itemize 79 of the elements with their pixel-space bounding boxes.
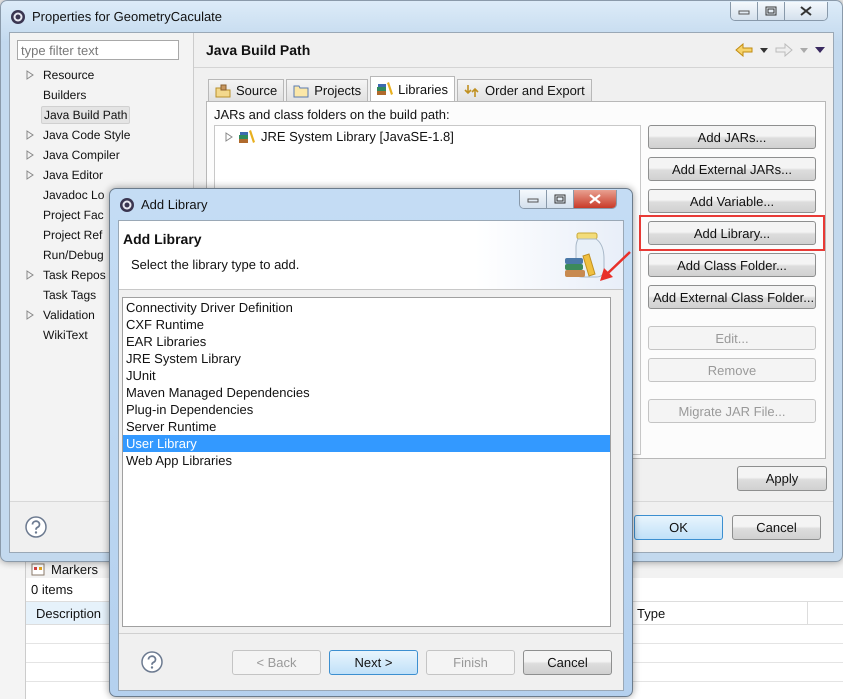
nav-item[interactable]: Javadoc Lo: [41, 187, 106, 203]
expand-icon[interactable]: [26, 310, 34, 320]
maximize-icon: [554, 194, 566, 204]
tab[interactable]: Source: [208, 79, 284, 101]
side-button[interactable]: Add External JARs...: [648, 157, 816, 181]
expand-icon[interactable]: [26, 170, 34, 180]
minimize-button[interactable]: [520, 190, 546, 208]
minimize-button[interactable]: [731, 2, 757, 20]
page-title: Java Build Path: [206, 42, 310, 58]
dialog-button[interactable]: OK: [634, 514, 723, 540]
library-type-item[interactable]: EAR Libraries: [123, 333, 610, 350]
close-button[interactable]: [573, 190, 616, 208]
tree-item[interactable]: JRE System Library [JavaSE-1.8]: [261, 129, 454, 144]
side-button[interactable]: Add Class Folder...: [648, 253, 816, 277]
nav-item[interactable]: Java Code Style: [41, 127, 132, 143]
side-button[interactable]: Add Library...: [648, 221, 816, 245]
side-button[interactable]: Add External Class Folder...: [648, 285, 816, 309]
side-button[interactable]: Add Variable...: [648, 189, 816, 213]
expand-icon[interactable]: [26, 270, 34, 280]
nav-item[interactable]: Resource: [41, 67, 96, 83]
annotation-arrow: [600, 251, 631, 281]
dialog-button[interactable]: Cancel: [732, 514, 821, 540]
library-type-item[interactable]: Plug-in Dependencies: [123, 401, 610, 418]
tab[interactable]: Order and Export: [457, 79, 592, 101]
library-type-item[interactable]: JRE System Library: [123, 350, 610, 367]
order-arrows-icon: [464, 84, 480, 98]
dialog-description: Select the library type to add.: [130, 257, 300, 272]
close-icon: [589, 194, 601, 204]
markers-icon: [31, 562, 45, 576]
nav-item[interactable]: Task Repos: [41, 267, 108, 283]
app-icon: [119, 196, 135, 212]
library-type-item[interactable]: JUnit: [123, 367, 610, 384]
nav-item[interactable]: Java Editor: [41, 167, 106, 183]
library-type-item[interactable]: Maven Managed Dependencies: [123, 384, 610, 401]
folder-icon: [293, 84, 310, 98]
filter-field[interactable]: type filter text: [17, 40, 179, 60]
nav-item[interactable]: Builders: [41, 87, 88, 103]
nav-item[interactable]: Validation: [41, 307, 97, 323]
library-type-item[interactable]: CXF Runtime: [123, 316, 610, 333]
tab[interactable]: Projects: [286, 79, 368, 101]
build-path-label: JARs and class folders on the build path:: [214, 107, 451, 124]
expand-icon[interactable]: [26, 150, 34, 160]
package-folder-icon: [215, 84, 231, 98]
nav-item[interactable]: Task Tags: [41, 287, 98, 303]
library-type-item[interactable]: Connectivity Driver Definition: [123, 299, 610, 316]
dropdown-caret-icon[interactable]: [760, 48, 768, 52]
app-icon: [10, 8, 26, 24]
maximize-button[interactable]: [546, 190, 573, 208]
expand-icon[interactable]: [26, 130, 34, 140]
nav-item[interactable]: WikiText: [41, 327, 90, 343]
wizard-button[interactable]: Cancel: [523, 650, 612, 674]
nav-item[interactable]: Run/Debug: [41, 247, 106, 263]
nav-item[interactable]: Java Build Path: [41, 106, 130, 124]
nav-item[interactable]: Project Ref: [41, 227, 104, 243]
markers-tab[interactable]: Markers: [51, 562, 98, 576]
apply-button[interactable]: Apply: [737, 466, 827, 491]
nav-item[interactable]: Project Fac: [41, 207, 106, 223]
maximize-button[interactable]: [757, 2, 784, 20]
library-type-item[interactable]: Server Runtime: [123, 418, 610, 435]
side-button[interactable]: Add JARs...: [648, 125, 816, 149]
close-icon: [800, 6, 812, 16]
maximize-icon: [765, 6, 777, 16]
wizard-button[interactable]: Next >: [329, 650, 418, 674]
help-icon[interactable]: [25, 516, 47, 538]
expand-icon[interactable]: [225, 132, 233, 142]
help-icon[interactable]: [141, 651, 163, 673]
library-type-item[interactable]: Web App Libraries: [123, 452, 610, 469]
books-icon: [239, 130, 255, 144]
view-menu-icon[interactable]: [815, 47, 825, 53]
back-arrow-icon[interactable]: [735, 43, 753, 57]
window-title: Add Library: [141, 197, 208, 212]
expand-icon[interactable]: [26, 70, 34, 80]
item-count: 0 items: [30, 581, 74, 599]
window-title: Properties for GeometryCaculate: [32, 9, 222, 24]
dialog-heading: Add Library: [123, 231, 203, 247]
books-icon: [377, 82, 394, 96]
tab[interactable]: Libraries: [370, 76, 456, 101]
nav-item[interactable]: Java Compiler: [41, 147, 122, 163]
close-button[interactable]: [784, 2, 827, 20]
